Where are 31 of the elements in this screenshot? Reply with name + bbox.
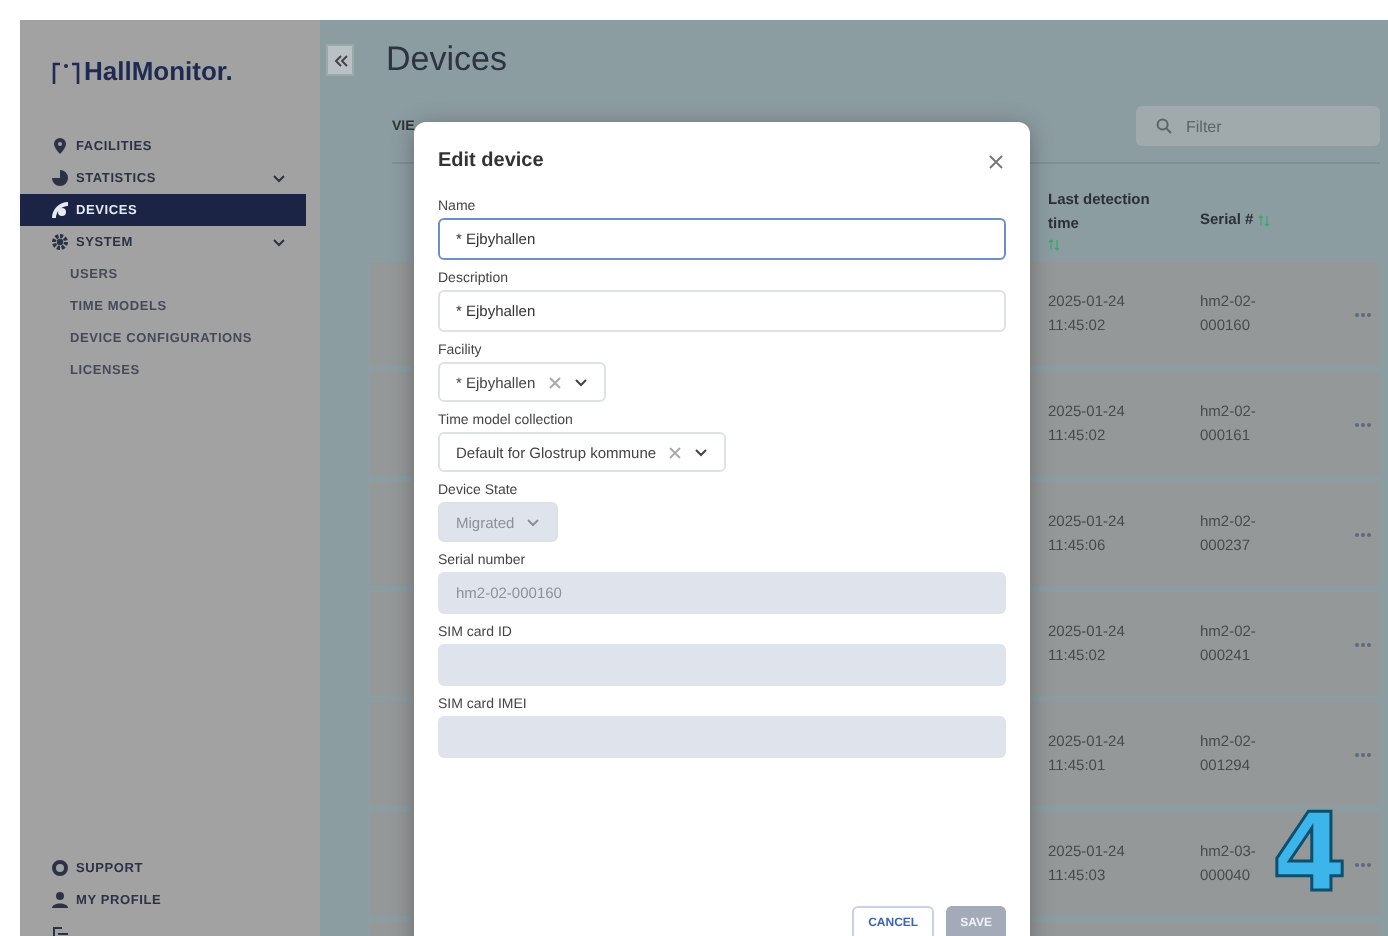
page-title: Devices (386, 40, 507, 80)
map-pin-icon (52, 138, 68, 154)
chevron-icon (272, 173, 286, 183)
chevron-icon (526, 517, 541, 527)
clear-icon[interactable] (547, 375, 562, 389)
signal-icon (52, 202, 68, 218)
filter-field[interactable]: Filter (1136, 106, 1380, 146)
dialog-title: Edit device (438, 150, 544, 172)
person-icon (52, 892, 68, 908)
more-icon[interactable] (1354, 311, 1372, 317)
more-icon[interactable] (1354, 531, 1372, 537)
search-icon (1156, 118, 1172, 134)
more-icon[interactable] (1354, 751, 1372, 757)
more-icon[interactable] (1354, 861, 1372, 867)
more-icon[interactable] (1354, 421, 1372, 427)
collapse-button[interactable] (326, 44, 354, 76)
gear-icon (52, 234, 68, 250)
step-number: 4 (1272, 800, 1348, 908)
double-chevron-icon (333, 53, 347, 67)
clear-icon[interactable] (668, 445, 683, 459)
sort-icon[interactable] (1257, 213, 1270, 227)
chevron-icon (573, 377, 588, 387)
chevron-icon (694, 447, 709, 457)
sort-icon[interactable] (1048, 237, 1060, 252)
filter-input[interactable]: Filter (1182, 115, 1330, 137)
logo: HallMonitor. (20, 56, 320, 86)
chevron-icon (272, 237, 286, 247)
more-icon[interactable] (1354, 641, 1372, 647)
close-button[interactable] (986, 151, 1006, 171)
lifebuoy-icon (52, 860, 68, 876)
pie-chart-icon (52, 170, 68, 186)
